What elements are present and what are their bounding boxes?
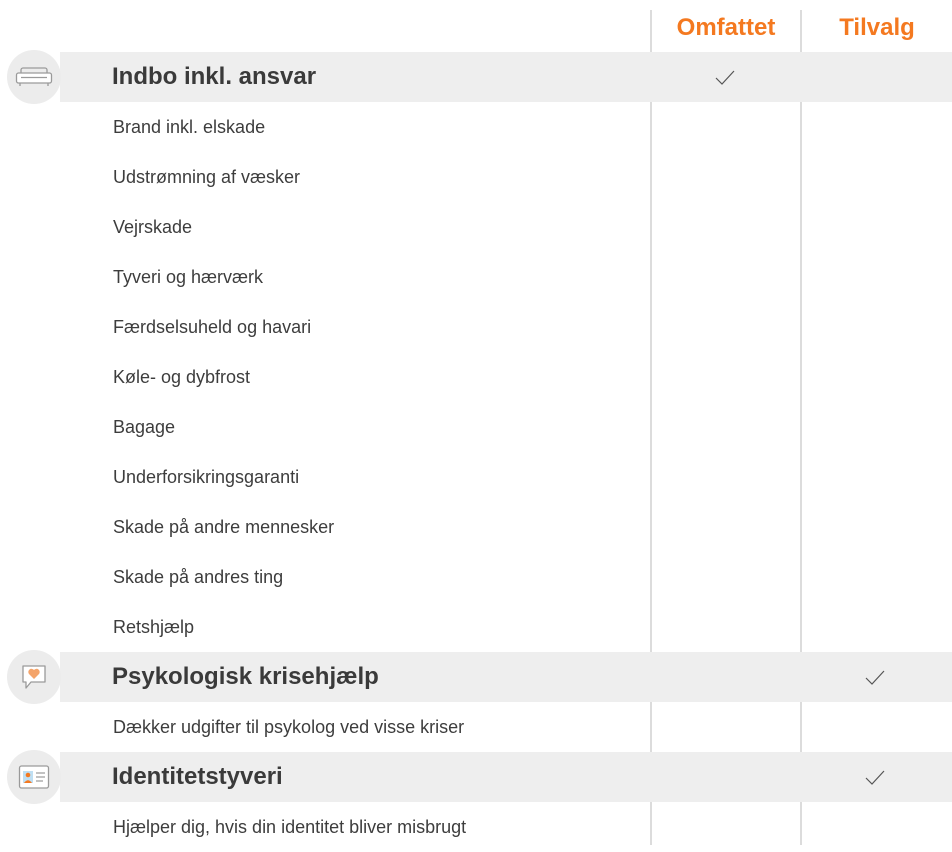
list-item: Retshjælp	[0, 602, 952, 652]
coverage-item-label: Dækker udgifter til psykolog ved visse k…	[113, 717, 465, 737]
section-row-krisehjaelp: Psykologisk krisehjælp	[0, 650, 952, 704]
list-item: Færdselsuheld og havari	[0, 302, 952, 352]
coverage-item-label: Retshjælp	[113, 617, 195, 637]
sofa-icon	[7, 50, 61, 104]
column-header-optional: Tilvalg	[839, 14, 915, 41]
coverage-item-label: Skade på andre mennesker	[113, 517, 335, 537]
id-card-icon	[7, 750, 61, 804]
list-item: Udstrømning af væsker	[0, 152, 952, 202]
section-row-identitetstyveri: Identitetstyveri	[0, 750, 952, 804]
coverage-item-label: Færdselsuheld og havari	[113, 317, 312, 337]
section-row-indbo: Indbo inkl. ansvar	[0, 50, 952, 104]
list-item: Skade på andre mennesker	[0, 502, 952, 552]
list-item: Skade på andres ting	[0, 552, 952, 602]
speech-heart-icon	[7, 650, 61, 704]
coverage-item-label: Brand inkl. elskade	[113, 117, 266, 137]
section-title: Indbo inkl. ansvar	[112, 63, 317, 90]
coverage-item-label: Udstrømning af væsker	[113, 167, 301, 187]
section-title: Psykologisk krisehjælp	[112, 663, 379, 690]
coverage-item-label: Tyveri og hærværk	[113, 267, 264, 287]
coverage-item-label: Skade på andres ting	[113, 567, 284, 587]
column-header-included: Omfattet	[676, 14, 776, 41]
list-item: Dækker udgifter til psykolog ved visse k…	[0, 702, 952, 752]
check-icon	[715, 70, 735, 85]
section-title: Identitetstyveri	[112, 763, 283, 790]
list-item: Bagage	[0, 402, 952, 452]
list-item: Køle- og dybfrost	[0, 352, 952, 402]
check-icon	[865, 670, 885, 685]
coverage-item-label: Underforsikringsgaranti	[113, 467, 300, 487]
coverage-table: Omfattet Tilvalg Indbo inkl. ansvar Bran…	[0, 0, 952, 845]
list-item: Tyveri og hærværk	[0, 252, 952, 302]
check-icon	[865, 770, 885, 785]
coverage-item-label: Vejrskade	[113, 217, 193, 237]
list-item: Brand inkl. elskade	[0, 102, 952, 152]
list-item: Vejrskade	[0, 202, 952, 252]
coverage-item-label: Køle- og dybfrost	[113, 367, 251, 387]
list-item: Underforsikringsgaranti	[0, 452, 952, 502]
coverage-item-label: Bagage	[113, 417, 176, 437]
